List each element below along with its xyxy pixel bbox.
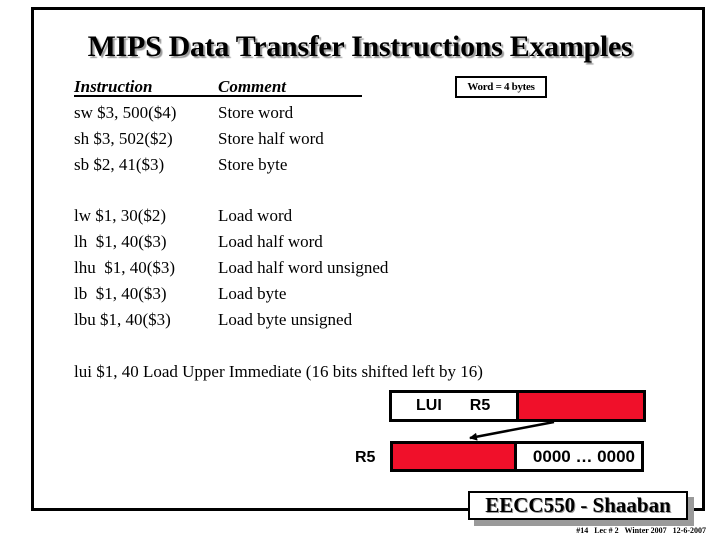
destination-register-label: R5 — [355, 449, 376, 466]
header-comment: Comment — [218, 77, 287, 96]
header-instruction: Instruction — [74, 77, 153, 96]
register-label: R5 — [469, 397, 491, 414]
table-row-comment: Load byte unsigned — [218, 310, 353, 329]
table-row-instruction: lbu $1, 40($3) — [74, 310, 171, 329]
immediate-field — [519, 393, 643, 419]
table-row-comment: Load word — [218, 206, 293, 225]
table-row-instruction: sh $3, 502($2) — [74, 129, 173, 148]
lower-half-field: 0000 … 0000 — [517, 444, 641, 469]
table-row-comment: Store word — [218, 103, 294, 122]
word-size-note: Word = 4 bytes — [455, 76, 547, 98]
lui-description: lui $1, 40 Load Upper Immediate (16 bits… — [74, 362, 483, 381]
register-r5-box: 0000 … 0000 — [390, 441, 644, 472]
slide-title: MIPS Data Transfer Instructions Examples — [87, 30, 633, 63]
table-row-instruction: lw $1, 30($2) — [74, 206, 167, 225]
table-row-instruction: lhu $1, 40($3) — [74, 258, 176, 277]
table-row-instruction: lh $1, 40($3) — [74, 232, 167, 251]
table-row-instruction: sw $3, 500($4) — [74, 103, 177, 122]
zero-bits-label: 0000 … 0000 — [532, 446, 635, 466]
opcode-label: LUI — [416, 397, 442, 414]
course-footer: EECC550 - Shaaban — [468, 491, 688, 520]
table-row-instruction: lb $1, 40($3) — [74, 284, 167, 303]
lui-instruction-box: LUI R5 — [389, 390, 646, 422]
instruction-fields: LUI R5 — [392, 393, 519, 419]
table-row-comment: Load byte — [218, 284, 287, 303]
header-underline — [74, 95, 362, 97]
table-row-comment: Store half word — [218, 129, 324, 148]
table-row-instruction: sb $2, 41($3) — [74, 155, 165, 174]
lecture-meta: #14 Lec # 2 Winter 2007 12-6-2007 — [576, 526, 706, 535]
upper-half-field — [393, 444, 517, 469]
table-row-comment: Load half word unsigned — [218, 258, 389, 277]
table-row-comment: Store byte — [218, 155, 288, 174]
table-row-comment: Load half word — [218, 232, 323, 251]
